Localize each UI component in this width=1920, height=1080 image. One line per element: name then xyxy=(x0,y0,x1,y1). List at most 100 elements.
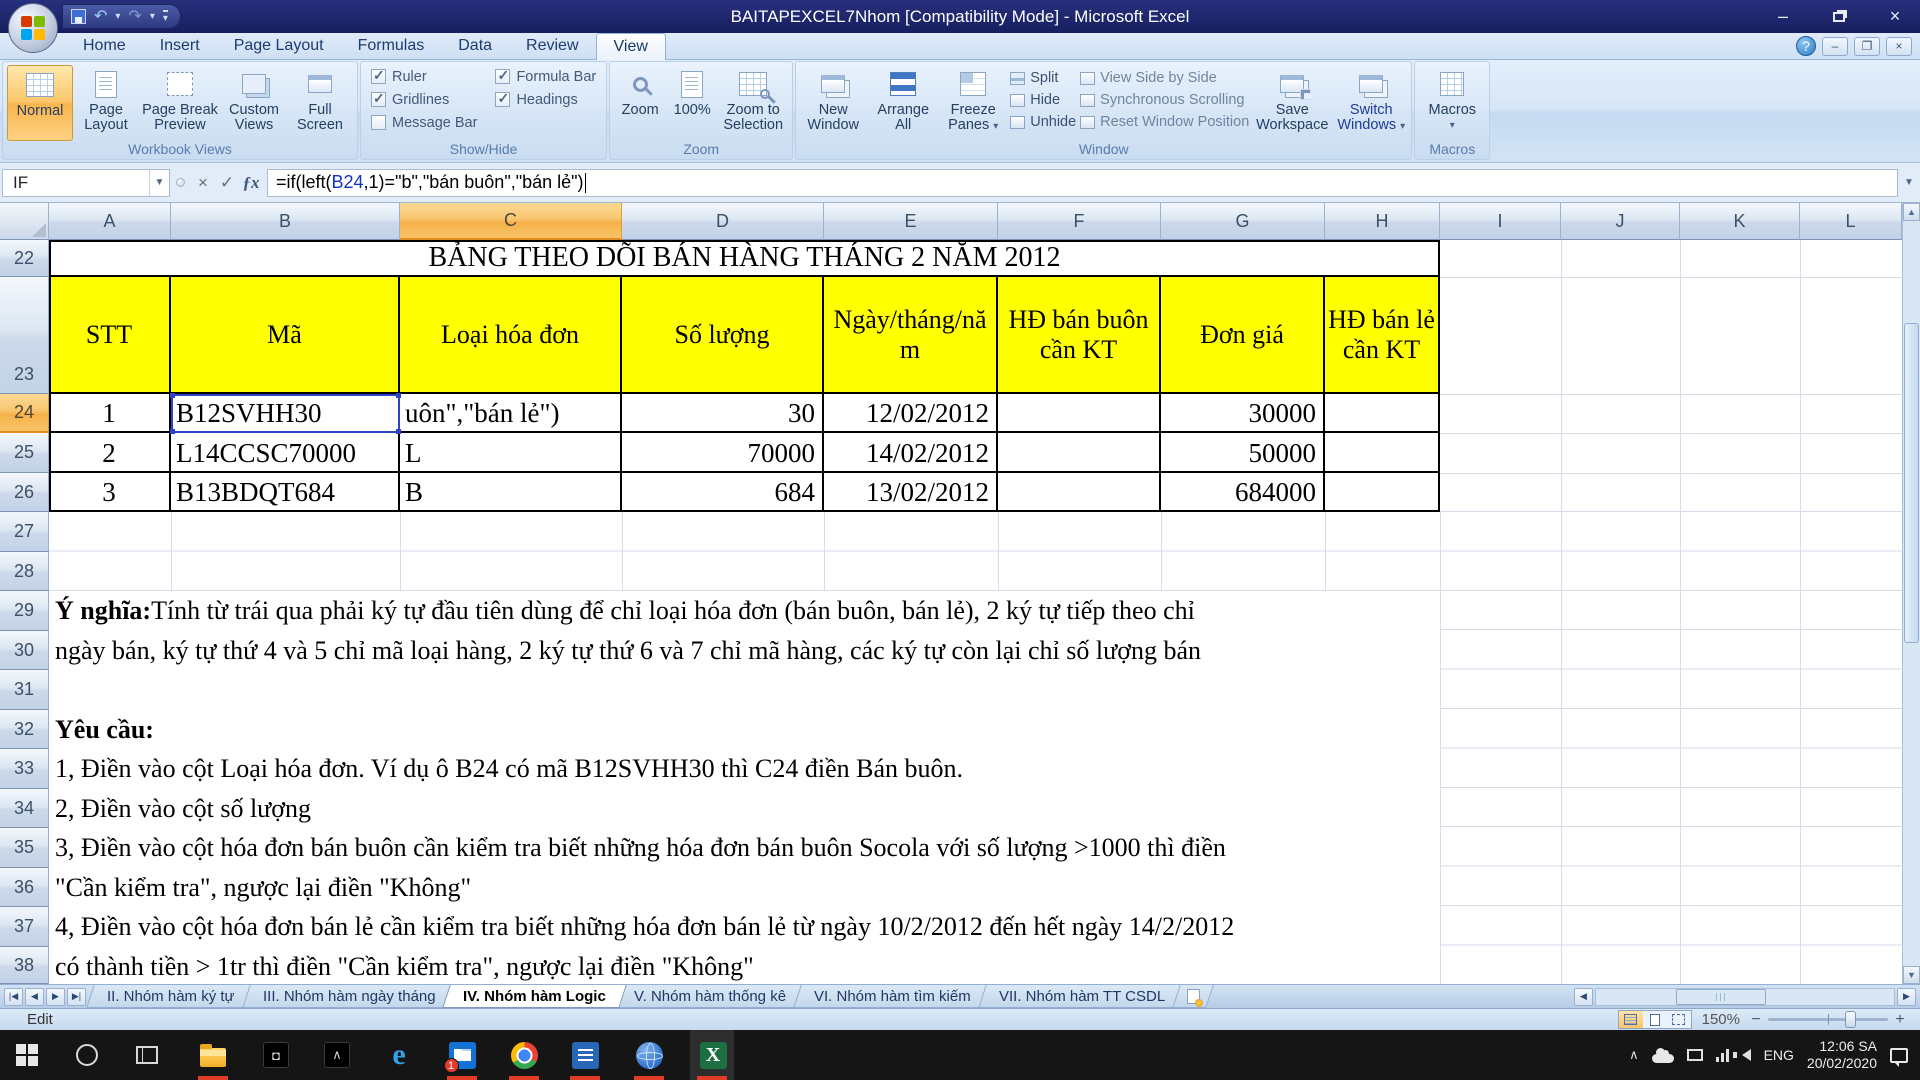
tab-home[interactable]: Home xyxy=(66,33,143,60)
taskbar-app-2[interactable]: ∧ xyxy=(322,1040,352,1070)
hide-button[interactable]: Hide xyxy=(1010,89,1076,111)
cell-a25[interactable]: 2 xyxy=(49,433,171,473)
cell-f24[interactable] xyxy=(998,394,1161,433)
volume-icon[interactable] xyxy=(1742,1049,1751,1061)
taskbar-app-1[interactable]: ◘ xyxy=(261,1040,291,1070)
view-normal-button[interactable] xyxy=(1619,1011,1643,1028)
undo-icon[interactable]: ↶ xyxy=(94,9,107,25)
row-header-35[interactable]: 35 xyxy=(0,828,49,868)
cell-c24-editing[interactable]: uôn","bán lẻ") xyxy=(400,394,622,433)
switch-windows-button[interactable]: Switch Windows ▾ xyxy=(1335,65,1407,141)
row-header-28[interactable]: 28 xyxy=(0,552,49,591)
formula-input[interactable]: =if(left(B24,1)="b","bán buôn","bán lẻ") xyxy=(267,169,1898,197)
save-icon[interactable] xyxy=(71,9,86,24)
mail-button[interactable]: 1 xyxy=(447,1040,477,1070)
office-app-button[interactable] xyxy=(570,1040,600,1070)
sheet-tab-nhom-ham-ky-tu[interactable]: II. Nhóm hàm ký tự xyxy=(86,985,255,1008)
header-cell-so-luong[interactable]: Số lượng xyxy=(622,277,824,394)
zoom-out-icon[interactable]: − xyxy=(1750,1011,1762,1029)
cell-c26[interactable]: B xyxy=(400,473,622,512)
next-sheet-icon[interactable]: ▶ xyxy=(46,988,65,1006)
insert-function-icon[interactable]: ƒx xyxy=(239,170,263,196)
checkbox-ruler[interactable]: Ruler xyxy=(371,65,477,88)
cell-a26[interactable]: 3 xyxy=(49,473,171,512)
onedrive-icon[interactable] xyxy=(1652,1054,1674,1063)
tab-formulas[interactable]: Formulas xyxy=(341,33,442,60)
row-header-38[interactable]: 38 xyxy=(0,947,49,984)
expand-formula-bar-icon[interactable]: ▼ xyxy=(1898,169,1920,197)
hscroll-right-icon[interactable]: ▶ xyxy=(1897,988,1916,1006)
minimize-button[interactable]: – xyxy=(1768,6,1798,27)
previous-sheet-icon[interactable]: ◀ xyxy=(25,988,44,1006)
network-icon[interactable] xyxy=(1716,1048,1729,1062)
view-page-layout-button[interactable] xyxy=(1643,1011,1667,1028)
action-center-icon[interactable] xyxy=(1890,1048,1908,1063)
unhide-button[interactable]: Unhide xyxy=(1010,111,1076,133)
row-header-36[interactable]: 36 xyxy=(0,868,49,907)
display-tray-icon[interactable] xyxy=(1687,1049,1703,1061)
undo-dropdown-icon[interactable]: ▾ xyxy=(115,11,120,22)
cell-g26[interactable]: 684000 xyxy=(1161,473,1325,512)
header-cell-hd-ban-le[interactable]: HĐ bán lẻ cần KT xyxy=(1325,277,1440,394)
close-button[interactable]: × xyxy=(1880,6,1910,27)
zoom-slider-thumb[interactable] xyxy=(1845,1011,1856,1028)
cell-e26[interactable]: 13/02/2012 xyxy=(824,473,998,512)
workbook-restore-button[interactable]: ❐ xyxy=(1854,37,1880,56)
insert-worksheet-tab[interactable] xyxy=(1172,985,1213,1008)
column-header-k[interactable]: K xyxy=(1680,203,1800,240)
view-side-by-side-button[interactable]: View Side by Side xyxy=(1080,67,1249,89)
help-icon[interactable]: ? xyxy=(1796,36,1816,56)
header-cell-hd-ban-buon[interactable]: HĐ bán buôn cần KT xyxy=(998,277,1161,394)
enter-formula-icon[interactable]: ✓ xyxy=(215,170,239,196)
checkbox-headings[interactable]: Headings xyxy=(495,88,596,111)
tab-view[interactable]: View xyxy=(596,33,666,60)
hscroll-left-icon[interactable]: ◀ xyxy=(1574,988,1593,1006)
header-cell-ma[interactable]: Mã xyxy=(171,277,400,394)
row-header-31[interactable]: 31 xyxy=(0,670,49,710)
workbook-minimize-button[interactable]: – xyxy=(1822,37,1848,56)
scroll-down-icon[interactable]: ▼ xyxy=(1903,966,1920,984)
page-break-preview-button[interactable]: Page Break Preview xyxy=(139,65,221,141)
row-header-34[interactable]: 34 xyxy=(0,789,49,828)
tab-review[interactable]: Review xyxy=(509,33,595,60)
redo-icon[interactable]: ↷ xyxy=(128,9,141,25)
freeze-panes-button[interactable]: Freeze Panes ▾ xyxy=(940,65,1006,141)
row-header-27[interactable]: 27 xyxy=(0,512,49,552)
task-view-button[interactable] xyxy=(132,1040,162,1070)
restore-button[interactable] xyxy=(1824,6,1854,27)
sheet-tab-nhom-ham-tim-kiem[interactable]: VI. Nhóm hàm tìm kiếm xyxy=(793,985,991,1008)
row-header-25[interactable]: 25 xyxy=(0,433,49,473)
horizontal-scrollbar-thumb[interactable] xyxy=(1676,989,1766,1005)
cell-d25[interactable]: 70000 xyxy=(622,433,824,473)
macros-button[interactable]: Macros ▾ xyxy=(1419,65,1485,141)
excel-taskbar-active[interactable]: X xyxy=(690,1030,734,1080)
header-cell-don-gia[interactable]: Đơn giá xyxy=(1161,277,1325,394)
row-header-22[interactable]: 22 xyxy=(0,240,49,277)
column-header-h[interactable]: H xyxy=(1325,203,1440,240)
edge-button[interactable]: e xyxy=(384,1040,414,1070)
zoom-slider[interactable]: − + xyxy=(1750,1011,1906,1029)
sheet-tab-nhom-ham-tt-csdl[interactable]: VII. Nhóm hàm TT CSDL xyxy=(978,985,1186,1008)
column-header-l[interactable]: L xyxy=(1800,203,1902,240)
checkbox-message-bar[interactable]: Message Bar xyxy=(371,111,477,134)
column-header-a[interactable]: A xyxy=(49,203,171,240)
row-header-33[interactable]: 33 xyxy=(0,749,49,789)
language-indicator[interactable]: ENG xyxy=(1764,1047,1794,1063)
cortana-button[interactable] xyxy=(72,1040,102,1070)
cell-d26[interactable]: 684 xyxy=(622,473,824,512)
cell-h24[interactable] xyxy=(1325,394,1440,433)
row-header-30[interactable]: 30 xyxy=(0,631,49,670)
full-screen-button[interactable]: Full Screen xyxy=(287,65,353,141)
row-header-37[interactable]: 37 xyxy=(0,907,49,947)
last-sheet-icon[interactable]: ▶| xyxy=(67,988,86,1006)
sheet-tab-nhom-ham-ngay-thang[interactable]: III. Nhóm hàm ngày tháng xyxy=(242,985,456,1008)
page-layout-view-button[interactable]: Page Layout xyxy=(73,65,139,141)
row-header-29[interactable]: 29 xyxy=(0,591,49,631)
start-button[interactable] xyxy=(12,1040,42,1070)
excel-app-button[interactable]: X xyxy=(698,1040,728,1070)
column-header-c[interactable]: C xyxy=(400,203,622,240)
column-header-g[interactable]: G xyxy=(1161,203,1325,240)
cell-b26[interactable]: B13BDQT684 xyxy=(171,473,400,512)
scroll-up-icon[interactable]: ▲ xyxy=(1903,203,1920,221)
header-cell-loai-hoa-don[interactable]: Loại hóa đơn xyxy=(400,277,622,394)
